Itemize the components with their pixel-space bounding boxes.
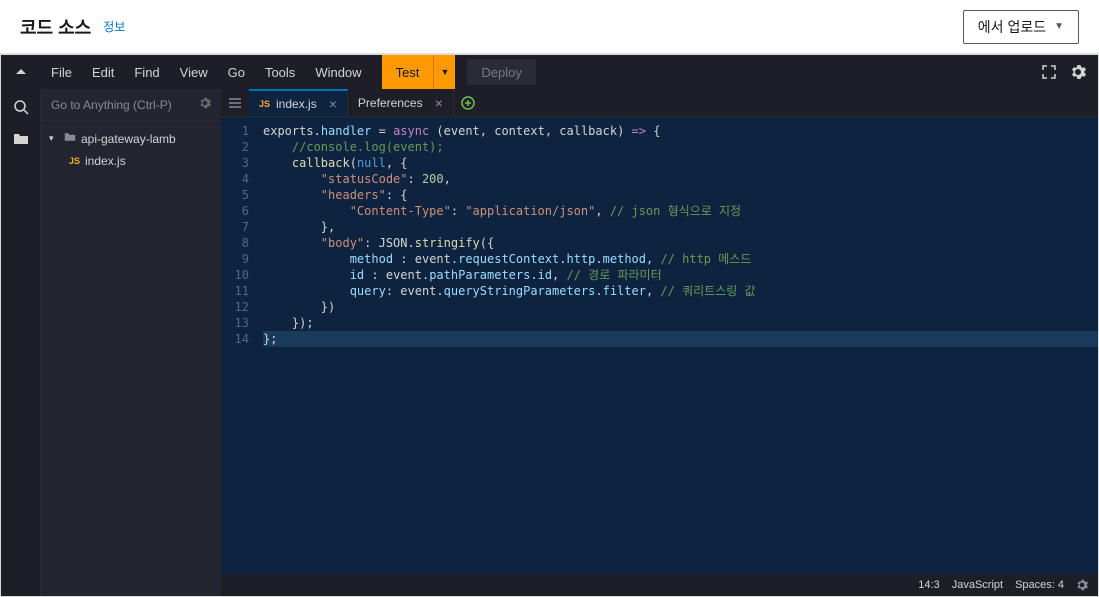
js-icon: JS: [69, 156, 80, 166]
tab-menu-icon[interactable]: [221, 89, 249, 116]
close-icon[interactable]: ×: [329, 96, 337, 112]
page-title: 코드 소스: [20, 14, 91, 40]
goto-label: Go to Anything (Ctrl-P): [51, 98, 172, 112]
editor-container: File Edit Find View Go Tools Window Test…: [0, 54, 1099, 597]
tab-index-js[interactable]: JS index.js ×: [249, 89, 348, 116]
folder-label: api-gateway-lamb: [81, 132, 176, 146]
goto-anything[interactable]: Go to Anything (Ctrl-P): [41, 89, 221, 121]
menu-edit[interactable]: Edit: [82, 55, 124, 89]
caret-down-icon: ▼: [440, 67, 449, 77]
menu-find[interactable]: Find: [124, 55, 169, 89]
collapse-panel-button[interactable]: [1, 66, 41, 78]
top-header: 코드 소스 정보 에서 업로드 ▼: [0, 0, 1099, 54]
tab-label: Preferences: [358, 96, 423, 110]
search-icon[interactable]: [13, 99, 29, 115]
file-explorer: Go to Anything (Ctrl-P) ▾ api-gateway-la…: [41, 89, 221, 596]
statusbar: 14:3 JavaScript Spaces: 4: [221, 574, 1098, 596]
menu-items: File Edit Find View Go Tools Window: [41, 55, 372, 89]
code-editor[interactable]: 1234567891011121314 exports.handler = as…: [221, 117, 1098, 574]
folder-icon: [64, 131, 76, 146]
code-area: JS index.js × Preferences × 123456789101…: [221, 89, 1098, 596]
language-mode[interactable]: JavaScript: [952, 579, 1003, 591]
tab-label: index.js: [276, 97, 317, 111]
caret-down-icon: ▼: [1054, 21, 1064, 32]
tabs: JS index.js × Preferences ×: [221, 89, 1098, 117]
left-rail: [1, 89, 41, 596]
deploy-button[interactable]: Deploy: [467, 59, 535, 85]
gear-icon[interactable]: [199, 97, 211, 112]
fullscreen-icon[interactable]: [1042, 65, 1056, 79]
file-label: index.js: [85, 154, 126, 168]
code-content[interactable]: exports.handler = async (event, context,…: [257, 117, 1098, 574]
cursor-position[interactable]: 14:3: [918, 579, 939, 591]
tree-file[interactable]: JS index.js: [41, 150, 221, 172]
menu-view[interactable]: View: [170, 55, 218, 89]
line-gutter: 1234567891011121314: [221, 117, 257, 574]
gear-icon[interactable]: [1076, 579, 1088, 591]
test-button[interactable]: Test: [382, 55, 434, 89]
upload-label: 에서 업로드: [978, 17, 1046, 37]
settings-icon[interactable]: [1070, 64, 1086, 80]
menu-go[interactable]: Go: [218, 55, 255, 89]
info-link[interactable]: 정보: [103, 18, 125, 35]
folder-icon[interactable]: [13, 131, 29, 147]
js-icon: JS: [259, 99, 270, 109]
test-dropdown[interactable]: ▼: [433, 55, 455, 89]
upload-from-button[interactable]: 에서 업로드 ▼: [963, 10, 1079, 44]
menu-tools[interactable]: Tools: [255, 55, 305, 89]
menubar: File Edit Find View Go Tools Window Test…: [1, 55, 1098, 89]
menu-file[interactable]: File: [41, 55, 82, 89]
tree-folder[interactable]: ▾ api-gateway-lamb: [41, 127, 221, 150]
menu-window[interactable]: Window: [305, 55, 371, 89]
file-tree: ▾ api-gateway-lamb JS index.js: [41, 121, 221, 178]
tab-preferences[interactable]: Preferences ×: [348, 89, 454, 116]
indent-mode[interactable]: Spaces: 4: [1015, 579, 1064, 591]
close-icon[interactable]: ×: [435, 95, 443, 111]
add-tab-button[interactable]: [454, 89, 482, 116]
chevron-down-icon: ▾: [49, 133, 59, 144]
